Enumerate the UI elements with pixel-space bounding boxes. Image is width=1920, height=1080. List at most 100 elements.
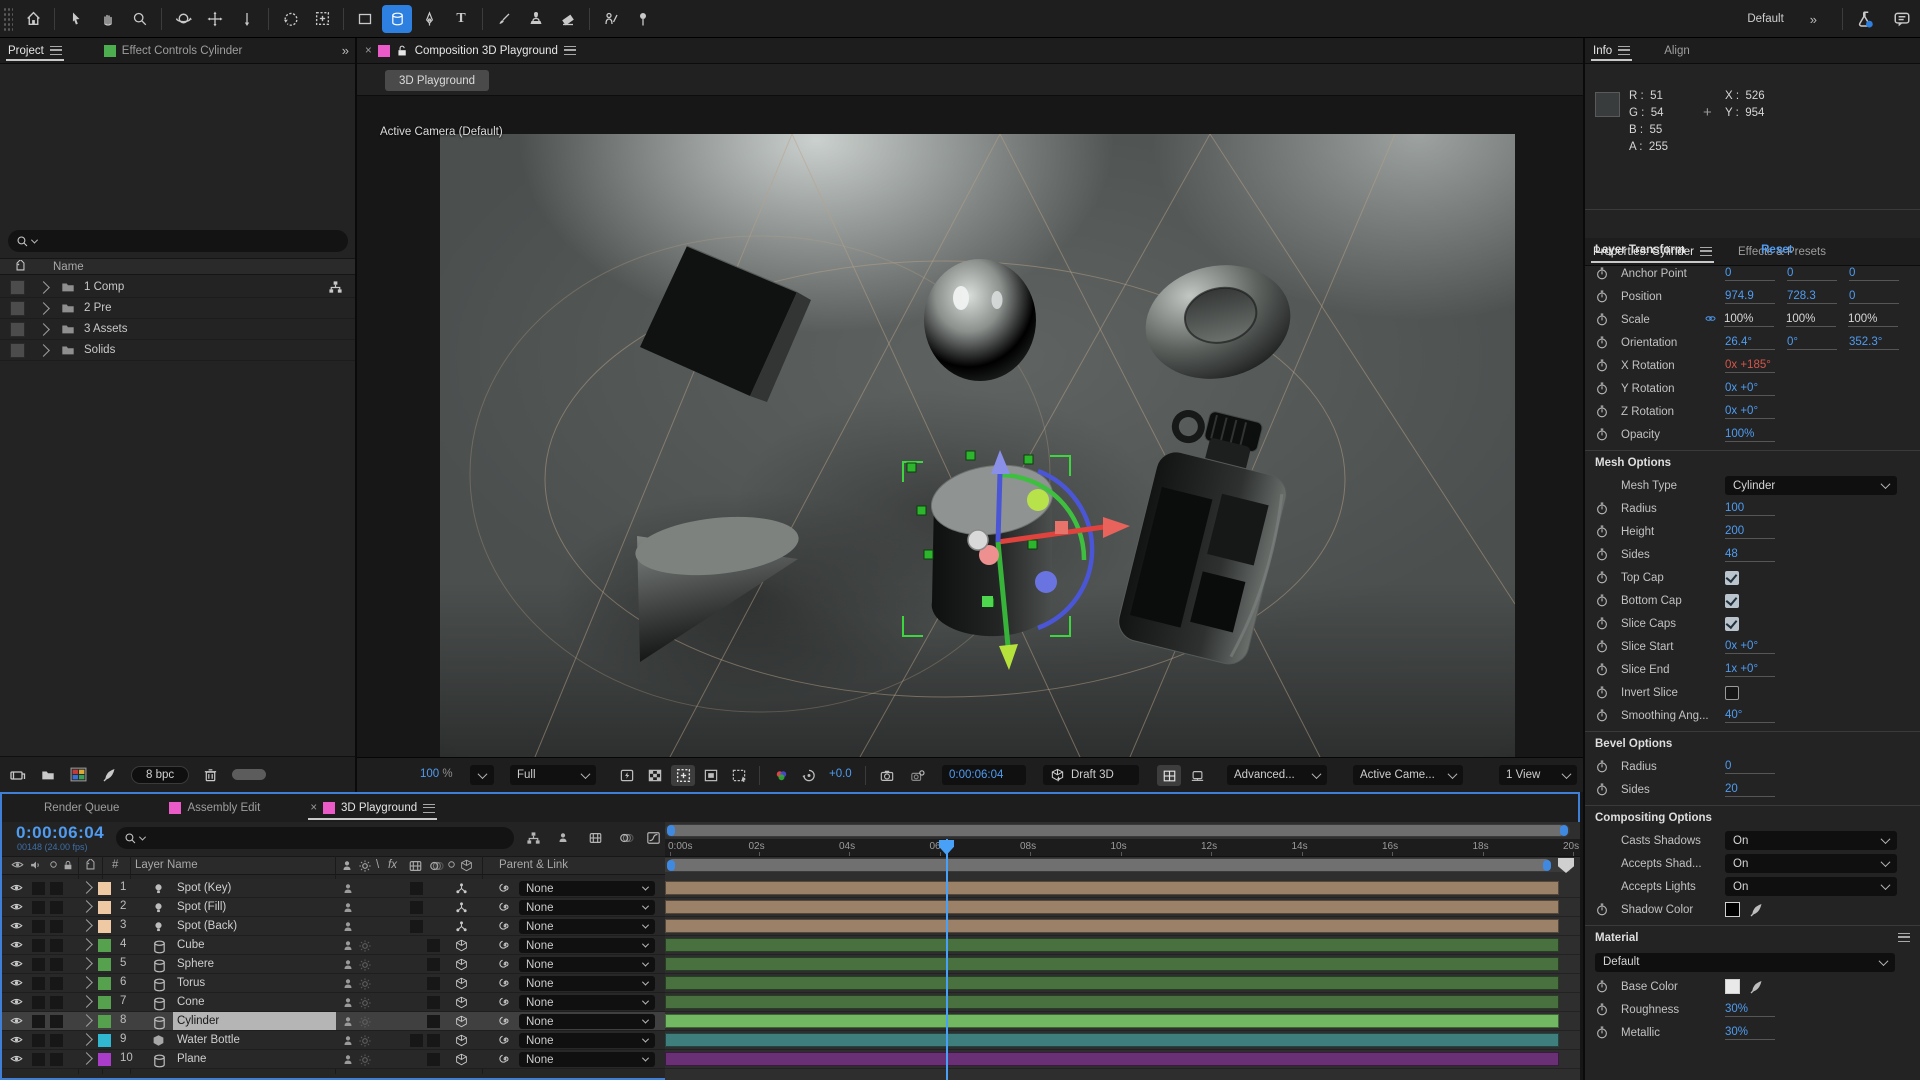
layer-color-swatch[interactable] (98, 977, 111, 990)
cube-object[interactable] (640, 246, 811, 402)
stopwatch-icon[interactable] (1595, 501, 1609, 516)
tool-type-tool[interactable]: T (446, 5, 476, 33)
parent-link-dropdown[interactable]: None (519, 881, 655, 896)
stopwatch-icon[interactable] (1595, 902, 1609, 917)
layer-switch-cell[interactable] (50, 958, 63, 971)
workspace-label[interactable]: Default (1747, 13, 1783, 25)
property-checkbox[interactable] (1725, 594, 1739, 608)
layer-duration-bar-spot-(back)[interactable] (665, 919, 1559, 933)
parent-link-dropdown[interactable]: None (519, 1033, 655, 1048)
collapse-switch-icon[interactable] (358, 1053, 372, 1067)
project-item-2-pre[interactable]: 2 Pre (0, 298, 355, 319)
layer-duration-bar-spot-(fill)[interactable] (665, 900, 1559, 914)
eyedropper-icon[interactable] (1748, 902, 1764, 918)
property-value[interactable]: 0 (1725, 267, 1775, 281)
expand-chevron-icon[interactable] (80, 881, 93, 894)
camera-dropdown[interactable]: Active Came... (1353, 765, 1463, 785)
motion-blur-icon[interactable] (618, 831, 634, 845)
parent-link-dropdown[interactable]: None (519, 919, 655, 934)
3d-layer-icon[interactable] (455, 939, 468, 952)
parent-pickwhip-icon[interactable] (498, 1014, 512, 1028)
stopwatch-icon[interactable] (1595, 381, 1609, 396)
layer-visibility-eye-icon[interactable] (9, 996, 24, 1009)
shy-switch-icon[interactable] (341, 1053, 355, 1067)
layer-switch-cell[interactable] (32, 958, 45, 971)
layer-switch-cell[interactable] (50, 996, 63, 1009)
layer-switch-cell[interactable] (50, 1015, 63, 1028)
frame-blend-header-icon[interactable] (408, 859, 423, 873)
layer-visibility-eye-icon[interactable] (9, 1015, 24, 1028)
shy-switch-icon[interactable] (341, 958, 355, 972)
property-value[interactable]: 100% (1724, 313, 1774, 327)
collapse-switch-icon[interactable] (358, 1015, 372, 1029)
link-values-icon[interactable] (1703, 314, 1718, 326)
section-header-bevel-options[interactable]: Bevel Options (1585, 731, 1920, 755)
tab-effect-controls[interactable]: Effect Controls Cylinder (96, 38, 251, 63)
layer-color-swatch[interactable] (98, 1053, 111, 1066)
property-dropdown[interactable]: On (1725, 831, 1897, 850)
layer-switch-cell[interactable] (32, 1015, 45, 1028)
number-column-header[interactable]: # (112, 859, 118, 871)
3d-layer-icon[interactable] (455, 1034, 468, 1047)
preview-time[interactable]: 0:00:06:04 (942, 765, 1026, 785)
shy-switch-icon[interactable] (341, 920, 355, 934)
property-value[interactable]: 100% (1786, 313, 1836, 327)
water-bottle-object[interactable] (1115, 401, 1303, 668)
parent-pickwhip-icon[interactable] (498, 938, 512, 952)
layer-row-cone[interactable]: 7ConeNone (2, 993, 665, 1012)
section-header-mesh-options[interactable]: Mesh Options (1585, 450, 1920, 474)
motion-blur-cell[interactable] (427, 1034, 440, 1047)
label-column-tag-icon[interactable] (14, 260, 27, 273)
stopwatch-icon[interactable] (1595, 335, 1609, 350)
new-composition-icon[interactable] (70, 767, 87, 782)
layer-name[interactable]: Cube (173, 936, 336, 954)
zoom-level[interactable]: 100 (420, 768, 439, 780)
guides-options-icon[interactable] (727, 765, 751, 786)
layer-switch-cell[interactable] (50, 920, 63, 933)
layer-name[interactable]: Spot (Fill) (173, 898, 336, 916)
timeline-tab-render-queue[interactable]: Render Queue (36, 794, 127, 822)
layer-switch-cell[interactable] (32, 996, 45, 1009)
layer-duration-bar-torus[interactable] (665, 976, 1559, 990)
expand-chevron-icon[interactable] (80, 919, 93, 932)
shy-switch-header-icon[interactable] (340, 859, 354, 873)
mini-flowchart-icon[interactable] (526, 831, 541, 846)
name-column-header[interactable]: Name (53, 261, 84, 273)
expand-chevron-icon[interactable] (37, 323, 50, 336)
expand-chevron-icon[interactable] (80, 1033, 93, 1046)
shy-switch-icon[interactable] (341, 1034, 355, 1048)
layer-switch-cell[interactable] (32, 920, 45, 933)
layer-name[interactable]: Spot (Back) (173, 917, 336, 935)
tab-info[interactable]: Info (1585, 38, 1638, 63)
stopwatch-icon[interactable] (1595, 266, 1609, 281)
timeline-search-input[interactable] (116, 827, 514, 849)
panel-menu-icon[interactable] (423, 804, 435, 813)
property-value[interactable]: 0° (1787, 336, 1837, 350)
composition-canvas-zone[interactable]: Active Camera (Default) (357, 96, 1583, 757)
panel-overflow-chevron[interactable]: » (342, 43, 347, 58)
property-checkbox[interactable] (1725, 617, 1739, 631)
layer-row-plane[interactable]: 10PlaneNone (2, 1050, 665, 1069)
adjustment-header-icon[interactable] (446, 859, 457, 870)
layer-name-column-header[interactable]: Layer Name (135, 859, 198, 871)
view-count-dropdown[interactable]: 1 View (1499, 765, 1577, 785)
tool-zoom-tool[interactable] (125, 5, 155, 33)
stopwatch-icon[interactable] (1595, 685, 1609, 700)
stopwatch-icon[interactable] (1595, 593, 1609, 608)
parent-pickwhip-icon[interactable] (498, 1052, 512, 1066)
stopwatch-icon[interactable] (1595, 708, 1609, 723)
parent-link-dropdown[interactable]: None (519, 957, 655, 972)
layer-switch-cell[interactable] (50, 882, 63, 895)
layer-name[interactable]: Sphere (173, 955, 336, 973)
stopwatch-icon[interactable] (1595, 662, 1609, 677)
panel-menu-icon[interactable] (564, 46, 576, 55)
3d-layer-header-icon[interactable] (460, 859, 473, 872)
property-value[interactable]: 974.9 (1725, 290, 1775, 304)
close-icon[interactable]: × (365, 45, 372, 57)
layer-row-cube[interactable]: 4CubeNone (2, 936, 665, 955)
color-swatch[interactable] (1725, 902, 1740, 917)
resolution-dropdown[interactable]: Full (510, 765, 596, 785)
layer-name[interactable]: Water Bottle (173, 1031, 336, 1049)
graph-editor-icon[interactable] (646, 831, 661, 845)
project-item-1-comp[interactable]: 1 Comp (0, 277, 355, 298)
